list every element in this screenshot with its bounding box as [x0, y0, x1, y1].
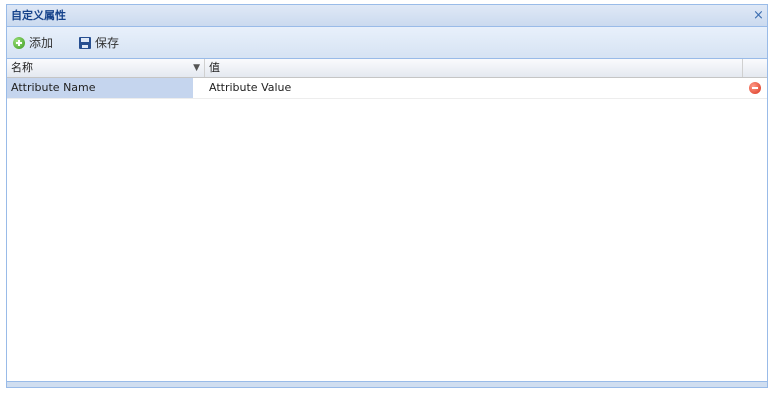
- column-header-name[interactable]: 名称 ▼: [7, 59, 205, 77]
- add-button[interactable]: 添加: [13, 35, 53, 51]
- add-icon: [13, 37, 25, 49]
- column-header-actions: [743, 59, 767, 77]
- column-header-value[interactable]: 值: [205, 59, 743, 77]
- column-header-value-label: 值: [209, 61, 220, 74]
- remove-icon[interactable]: [749, 82, 761, 94]
- add-button-label: 添加: [29, 36, 54, 50]
- column-menu-dropdown-icon[interactable]: ▼: [193, 59, 200, 77]
- save-button-label: 保存: [95, 36, 120, 50]
- save-icon: [79, 37, 91, 49]
- attribute-value-cell[interactable]: Attribute Value: [205, 78, 725, 98]
- window-title: 自定义属性: [11, 9, 66, 22]
- grid-header: 名称 ▼ 值: [7, 59, 767, 78]
- custom-attributes-window: 自定义属性 × 添加 保存 名称 ▼ 值 Attribute Name Attr…: [6, 4, 768, 388]
- attribute-name-cell[interactable]: Attribute Name: [7, 78, 193, 98]
- toolbar: 添加 保存: [7, 27, 767, 59]
- window-bottom-bar: [7, 381, 767, 387]
- grid-body[interactable]: Attribute Name Attribute Value: [7, 78, 767, 381]
- table-row[interactable]: Attribute Name Attribute Value: [7, 78, 767, 99]
- window-titlebar: 自定义属性 ×: [7, 5, 767, 27]
- column-header-name-label: 名称: [11, 61, 33, 74]
- save-button[interactable]: 保存: [79, 35, 119, 51]
- close-icon[interactable]: ×: [752, 9, 765, 22]
